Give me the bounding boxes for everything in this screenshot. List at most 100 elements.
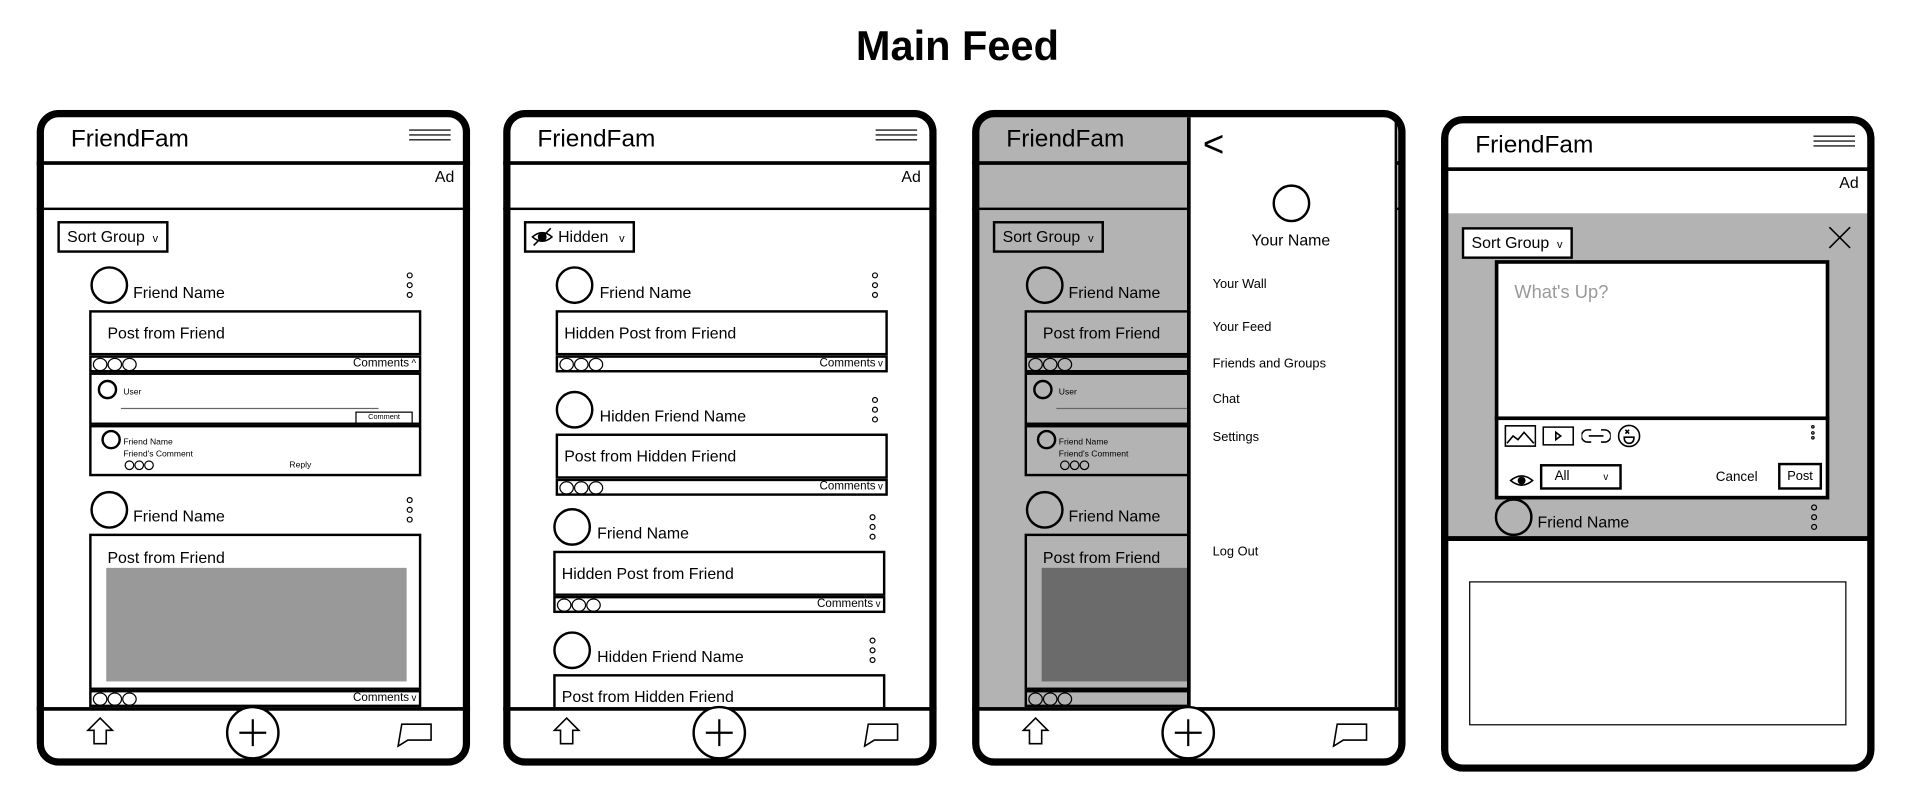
friend-avatar[interactable] [555,266,594,305]
friend-name[interactable]: Friend Name [133,283,225,304]
reaction-circle-icon[interactable] [586,598,601,612]
reaction-circle-icon[interactable] [1057,692,1073,706]
reaction-circle-icon[interactable] [92,692,108,706]
emoji-icon[interactable] [1617,424,1641,448]
friend-name[interactable]: Friend Name [1069,283,1161,304]
kebab-dot-icon [406,282,413,289]
drawer-menu-item[interactable]: Settings [1213,430,1259,447]
reaction-circle-icon[interactable] [92,357,108,372]
more-options-button[interactable] [406,497,414,524]
drawer-menu-item[interactable]: Your Wall [1213,277,1267,294]
reaction-circle-icon[interactable] [559,357,574,372]
cancel-button[interactable]: Cancel [1716,469,1758,486]
reaction-circle-icon[interactable] [1042,357,1058,372]
reaction-circle-icon[interactable] [107,692,123,706]
home-icon[interactable] [85,716,115,746]
reaction-circle-icon[interactable] [122,692,137,706]
compose-divider [1494,416,1830,421]
friend-avatar[interactable] [1025,490,1064,529]
more-options-button[interactable] [871,272,879,299]
comment-reaction-icon[interactable] [1079,460,1090,471]
reply-button[interactable]: Reply [289,461,311,472]
reaction-circle-icon[interactable] [573,357,589,372]
kebab-dot-icon [871,396,879,403]
comment-input-field[interactable] [120,407,379,410]
chat-icon[interactable] [862,723,899,748]
hamburger-menu-button[interactable] [1813,135,1856,151]
post-text-input[interactable]: What's Up? [1514,281,1608,305]
content-placeholder-box [1469,581,1847,726]
chat-icon[interactable] [396,723,433,748]
compose-more-button[interactable] [1811,424,1816,441]
friend-avatar[interactable] [90,490,129,529]
friend-avatar[interactable] [90,266,129,305]
friend-name[interactable]: Friend Name [1069,506,1161,527]
comment-reaction-icon[interactable] [124,460,135,471]
friend-name[interactable]: Friend Name [597,523,689,544]
hamburger-menu-button[interactable] [409,129,451,144]
hamburger-menu-button[interactable] [875,129,918,144]
reaction-circle-icon[interactable] [559,481,574,495]
reaction-circle-icon[interactable] [122,357,137,372]
kebab-dot-icon [871,282,879,289]
comments-toggle-button[interactable]: Comments [820,356,876,371]
more-options-button[interactable] [406,272,414,299]
comments-toggle-icon[interactable]: v [876,598,881,611]
friend-name[interactable]: Hidden Friend Name [597,647,743,668]
comment-submit-button[interactable]: Comment [355,411,413,424]
more-options-button[interactable] [869,637,876,664]
back-button[interactable]: < [1203,120,1224,168]
image-icon[interactable] [1504,425,1537,447]
post-button[interactable]: Post [1778,462,1823,490]
comments-toggle-icon[interactable]: ^ [412,358,417,371]
comment-reaction-icon[interactable] [1069,460,1080,471]
audience-select[interactable] [1539,464,1622,490]
reaction-circle-icon[interactable] [556,598,572,612]
kebab-dot-icon [871,272,879,279]
reaction-circle-icon[interactable] [1057,357,1073,372]
comment-reaction-icon[interactable] [134,460,145,471]
comments-toggle-button[interactable]: Comments [817,597,873,612]
drawer-menu-item[interactable]: Friends and Groups [1213,357,1326,374]
reaction-circle-icon[interactable] [1042,692,1058,706]
close-icon[interactable] [1828,226,1851,249]
logout-button[interactable]: Log Out [1213,545,1259,562]
comment-reaction-icon[interactable] [1060,460,1070,471]
chat-icon[interactable] [1331,723,1368,748]
comments-toggle-icon[interactable]: v [878,481,883,494]
drawer-menu-item[interactable]: Chat [1213,392,1240,409]
friend-avatar[interactable] [1025,266,1064,305]
reaction-circle-icon[interactable] [107,357,123,372]
friend-avatar[interactable] [555,390,594,429]
home-icon[interactable] [552,716,581,746]
comment-reaction-icon[interactable] [144,460,154,471]
reaction-circle-icon[interactable] [571,598,587,612]
more-options-button[interactable] [871,396,879,424]
comments-toggle-icon[interactable]: v [878,358,883,371]
friend-name[interactable]: Friend Name [133,506,225,527]
comments-toggle-button[interactable]: Comments [353,356,409,371]
reaction-circle-icon[interactable] [588,481,604,495]
reaction-circle-icon[interactable] [1028,357,1043,372]
home-icon[interactable] [1021,716,1050,746]
friend-name[interactable]: Hidden Friend Name [600,406,746,427]
link-icon[interactable] [1580,427,1612,444]
comments-toggle-button[interactable]: Comments [353,691,409,706]
reaction-circle-icon[interactable] [573,481,589,495]
profile-avatar[interactable] [1272,184,1311,223]
friend-avatar[interactable] [553,631,592,670]
drawer-menu-item[interactable]: Your Feed [1213,320,1272,337]
comments-toggle-button[interactable]: Comments [820,480,876,495]
reaction-circle-icon[interactable] [1028,692,1043,706]
friend-name[interactable]: Friend Name [600,283,692,304]
profile-name[interactable]: Your Name [1251,230,1330,251]
reaction-circle-icon[interactable] [588,357,604,372]
more-options-button[interactable] [869,514,876,541]
screen-compose-post: FriendFam Ad Sort Group v Friend Name What's … [1441,116,1875,772]
comments-toggle-icon[interactable]: v [412,692,417,705]
more-options-button[interactable] [1811,504,1818,531]
kebab-dot-icon [871,291,879,298]
friend-avatar[interactable] [553,508,592,546]
ad-label: Ad [434,166,455,186]
video-icon[interactable] [1542,426,1575,446]
